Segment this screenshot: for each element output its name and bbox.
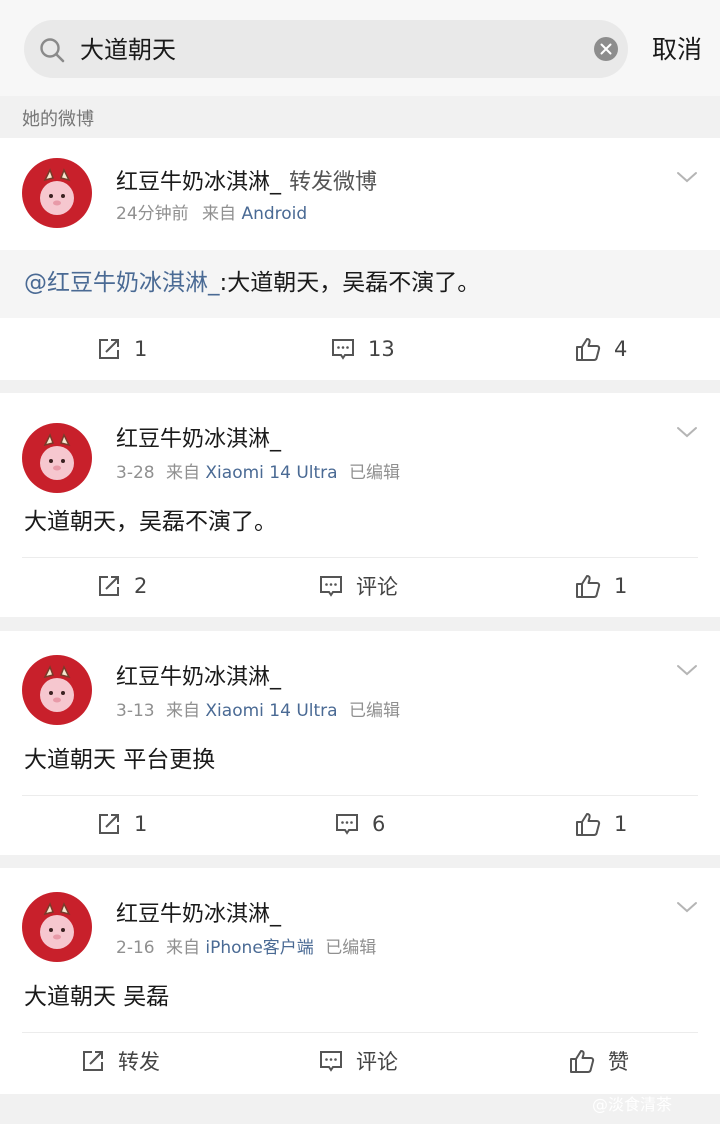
section-label: 她的微博 <box>22 109 94 130</box>
from-label: 来自 <box>166 701 200 721</box>
share-button[interactable]: 1 <box>96 807 147 841</box>
chevron-down-icon[interactable] <box>676 663 698 677</box>
edited-label: 已编辑 <box>348 701 400 721</box>
post-meta: 3-28 来自 Xiaomi 14 Ultra 已编辑 <box>116 461 400 485</box>
comment-count: 13 <box>368 337 395 361</box>
comment-button[interactable]: 6 <box>334 807 385 841</box>
comment-icon <box>320 576 342 597</box>
chevron-down-icon[interactable] <box>676 170 698 184</box>
share-button[interactable]: 1 <box>96 332 147 366</box>
username[interactable]: 红豆牛奶冰淇淋_ <box>116 663 281 693</box>
username[interactable]: 红豆牛奶冰淇淋_ <box>116 425 281 455</box>
share-button[interactable]: 转发 <box>80 1044 160 1078</box>
share-icon <box>83 1051 103 1071</box>
post-card[interactable]: 红豆牛奶冰淇淋_ 转发微博 24分钟前 来自 Android @红豆牛奶冰淇淋_:… <box>0 138 720 380</box>
username[interactable]: 红豆牛奶冰淇淋_ <box>116 900 281 930</box>
post-source[interactable]: Xiaomi 14 Ultra <box>205 463 337 483</box>
divider <box>22 1032 698 1033</box>
post-card[interactable]: 红豆牛奶冰淇淋_ 2-16 来自 iPhone客户端 已编辑 大道朝天 吴磊 转… <box>0 868 720 1094</box>
username[interactable]: 红豆牛奶冰淇淋_ 转发微博 <box>116 168 377 198</box>
post-card[interactable]: 红豆牛奶冰淇淋_ 3-13 来自 Xiaomi 14 Ultra 已编辑 大道朝… <box>0 631 720 855</box>
share-label: 转发 <box>118 1050 160 1074</box>
edited-label: 已编辑 <box>325 938 377 958</box>
divider <box>22 795 698 796</box>
like-count: 1 <box>614 574 628 598</box>
like-button[interactable]: 赞 <box>568 1044 629 1078</box>
like-label: 赞 <box>608 1050 629 1074</box>
comment-button[interactable]: 13 <box>330 332 395 366</box>
divider <box>22 557 698 558</box>
repost-body[interactable]: @红豆牛奶冰淇淋_:大道朝天，吴磊不演了。 <box>0 250 720 318</box>
share-icon <box>99 339 119 359</box>
post-time: 24分钟前 <box>116 204 189 224</box>
comment-label: 评论 <box>356 575 398 599</box>
post-card[interactable]: 红豆牛奶冰淇淋_ 3-28 来自 Xiaomi 14 Ultra 已编辑 大道朝… <box>0 393 720 617</box>
like-button[interactable]: 1 <box>574 569 627 603</box>
username-text[interactable]: 红豆牛奶冰淇淋_ <box>116 170 281 195</box>
from-label: 来自 <box>166 938 200 958</box>
post-source[interactable]: iPhone客户端 <box>205 938 313 958</box>
post-time: 3-13 <box>116 701 155 721</box>
chevron-down-icon[interactable] <box>676 425 698 439</box>
from-label: 来自 <box>202 204 237 224</box>
share-count: 1 <box>134 337 148 361</box>
share-icon <box>99 576 119 596</box>
avatar[interactable] <box>22 423 92 493</box>
share-icon <box>99 814 119 834</box>
avatar[interactable] <box>22 892 92 962</box>
thumbs-up-icon <box>576 338 601 361</box>
post-source[interactable]: Android <box>241 204 307 224</box>
mention-link[interactable]: @红豆牛奶冰淇淋_ <box>24 270 220 296</box>
comment-icon <box>320 1051 342 1072</box>
post-source[interactable]: Xiaomi 14 Ultra <box>205 701 337 721</box>
post-time: 3-28 <box>116 463 155 483</box>
from-label: 来自 <box>166 463 200 483</box>
thumbs-up-icon <box>570 1050 595 1073</box>
search-bar: 大道朝天 取消 <box>0 0 720 96</box>
watermark: @淡食清茶 <box>592 1095 673 1114</box>
post-time: 2-16 <box>116 938 155 958</box>
share-button[interactable]: 2 <box>96 569 147 603</box>
like-count: 4 <box>614 337 628 361</box>
like-button[interactable]: 1 <box>574 807 627 841</box>
post-meta: 2-16 来自 iPhone客户端 已编辑 <box>116 936 376 960</box>
edited-label: 已编辑 <box>348 463 400 483</box>
post-text: 大道朝天 平台更换 <box>24 747 216 773</box>
post-meta: 3-13 来自 Xiaomi 14 Ultra 已编辑 <box>116 699 400 723</box>
comment-button[interactable]: 评论 <box>318 1044 398 1078</box>
like-count: 1 <box>614 812 628 836</box>
comment-count: 6 <box>372 812 386 836</box>
post-text: @红豆牛奶冰淇淋_:大道朝天，吴磊不演了。 <box>24 266 480 300</box>
repost-text: :大道朝天，吴磊不演了。 <box>219 270 481 296</box>
search-icon <box>40 38 65 63</box>
comment-button[interactable]: 评论 <box>318 569 398 603</box>
post-text: 大道朝天，吴磊不演了。 <box>24 509 277 535</box>
avatar[interactable] <box>22 158 92 228</box>
post-text: 大道朝天 吴磊 <box>24 984 170 1010</box>
cancel-button[interactable]: 取消 <box>652 33 702 67</box>
post-meta: 24分钟前 来自 Android <box>116 202 307 226</box>
comment-label: 评论 <box>356 1050 398 1074</box>
comment-icon <box>332 339 354 360</box>
share-count: 2 <box>134 574 148 598</box>
comment-icon <box>336 814 358 835</box>
chevron-down-icon[interactable] <box>676 900 698 914</box>
clear-icon[interactable] <box>594 37 618 61</box>
avatar[interactable] <box>22 655 92 725</box>
like-button[interactable]: 4 <box>574 332 627 366</box>
share-count: 1 <box>134 812 148 836</box>
search-query[interactable]: 大道朝天 <box>80 34 176 66</box>
repost-tag: 转发微博 <box>289 170 378 195</box>
thumbs-up-icon <box>576 575 601 598</box>
thumbs-up-icon <box>576 813 601 836</box>
